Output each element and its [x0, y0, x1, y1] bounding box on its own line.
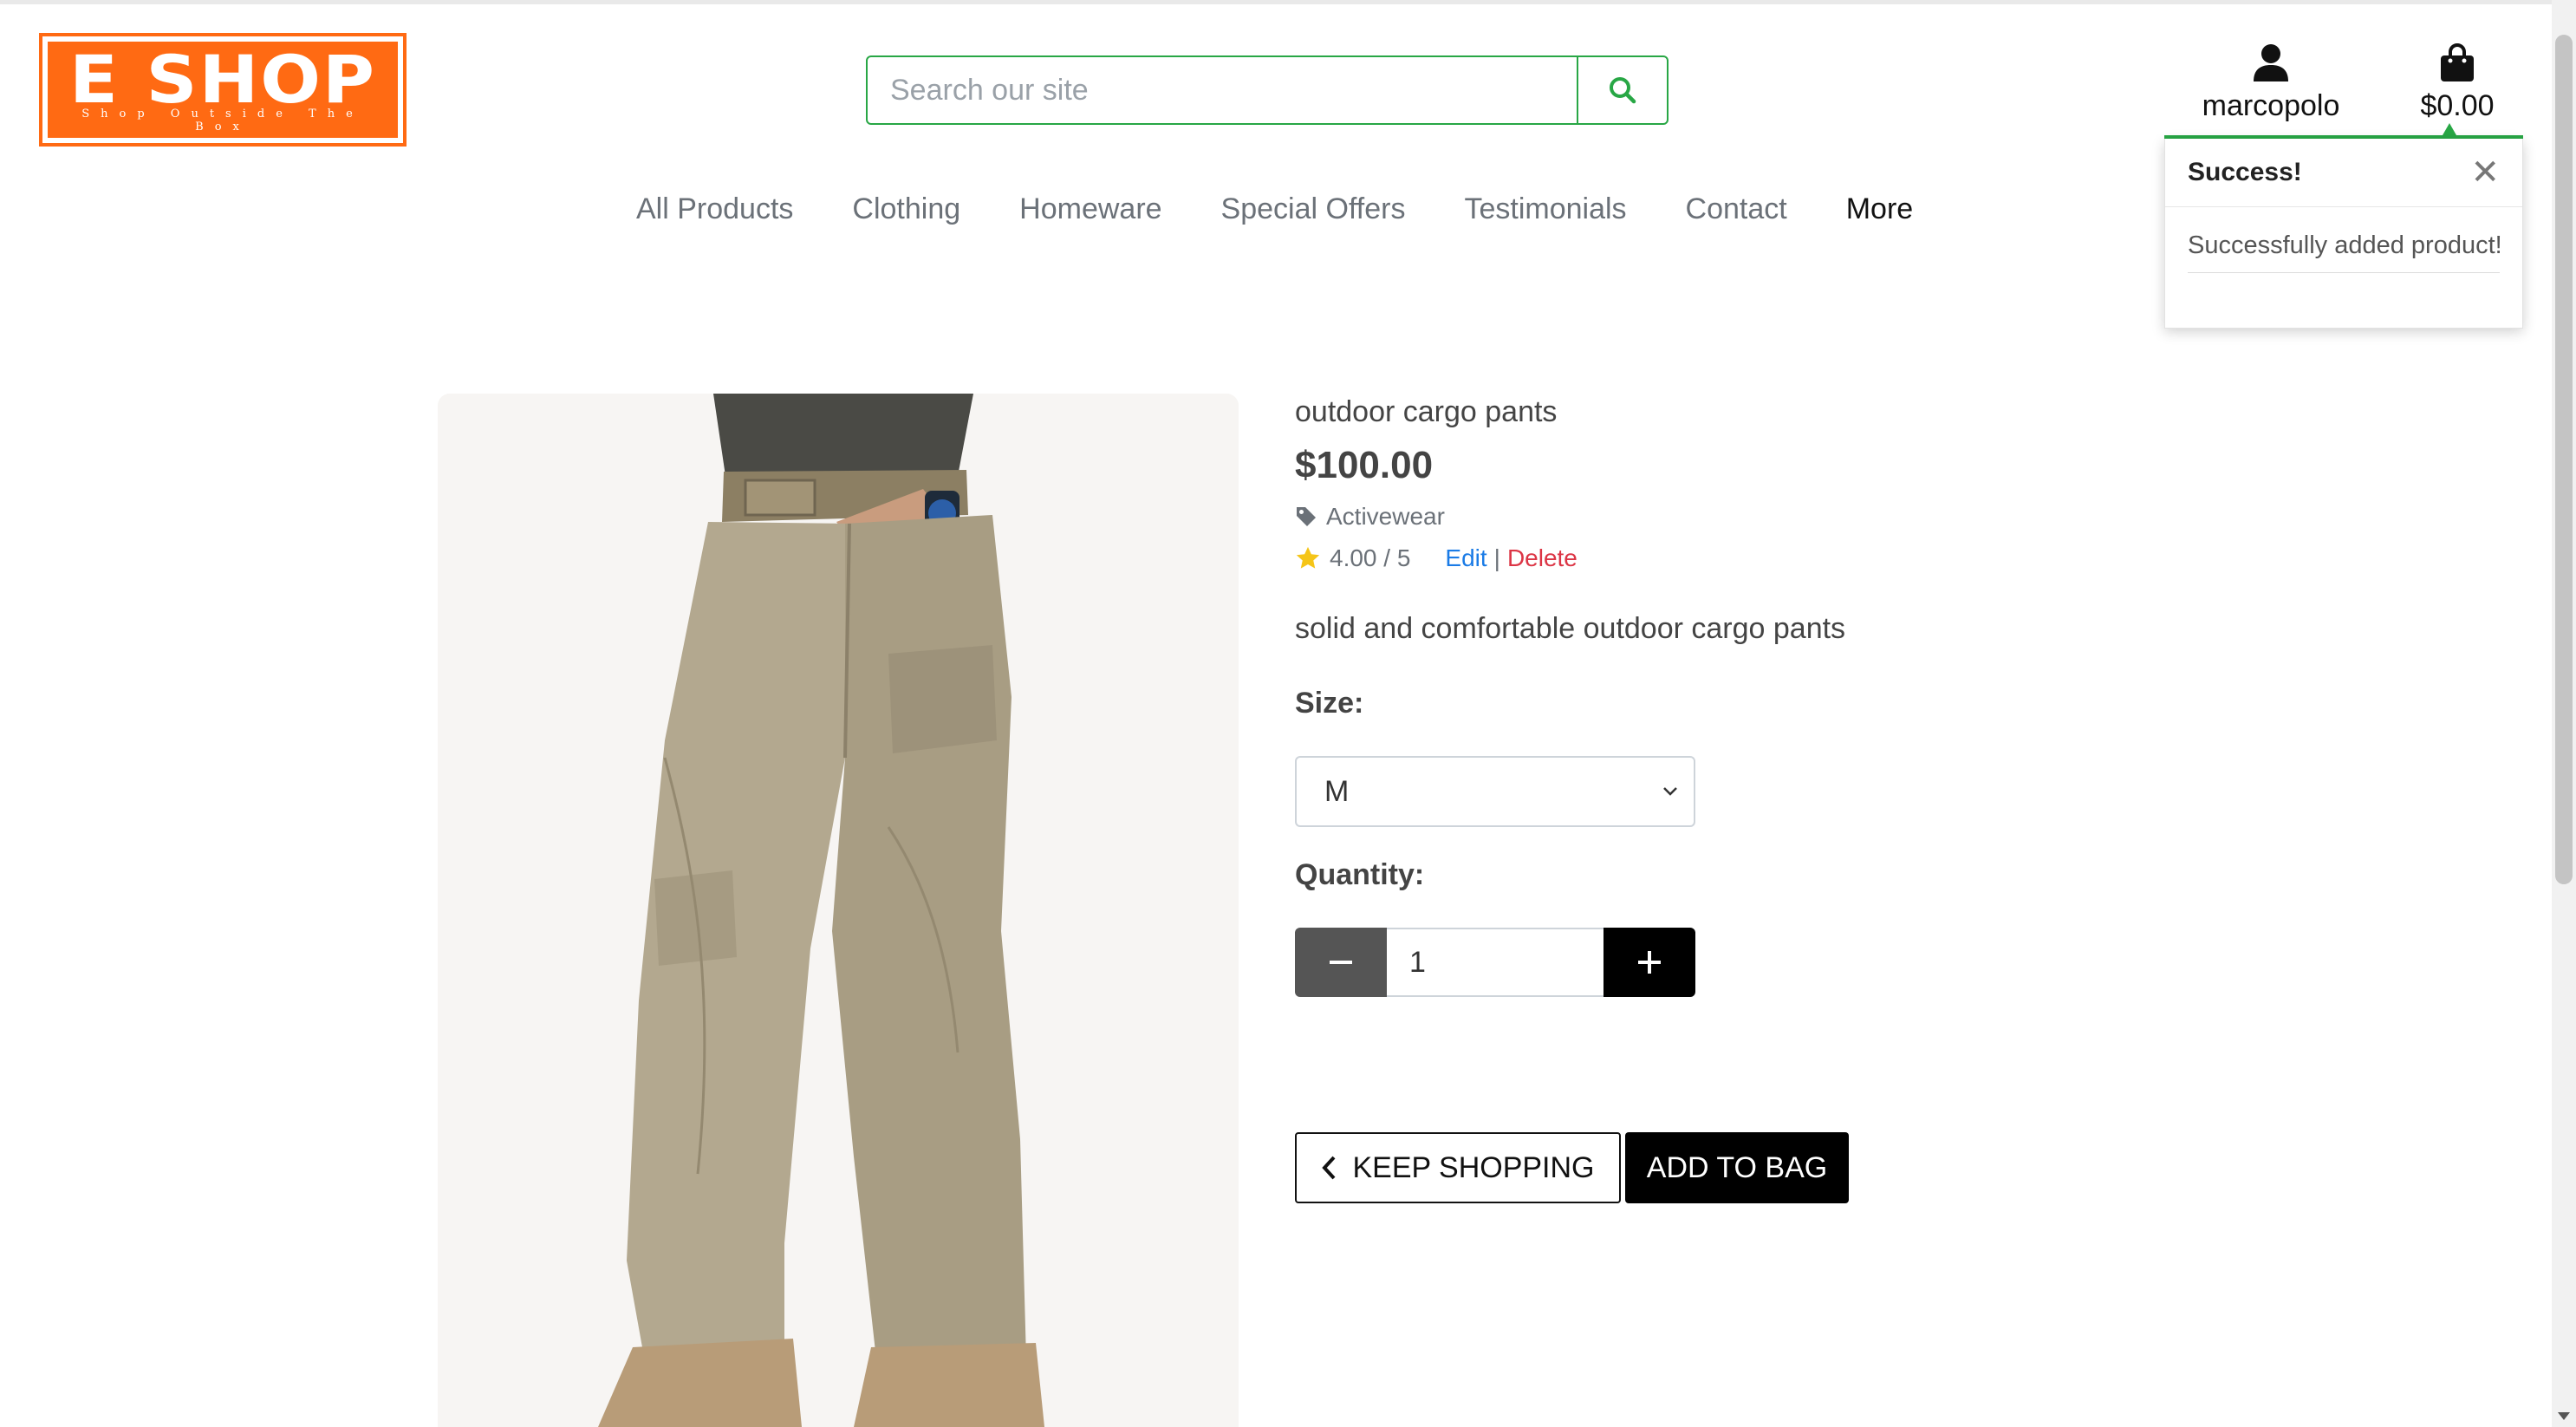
product-price: $100.00	[1295, 444, 1434, 486]
main-nav: All Products Clothing Homeware Special O…	[636, 192, 1913, 226]
bag-total: $0.00	[2420, 89, 2495, 122]
edit-product-link[interactable]: Edit	[1445, 544, 1486, 572]
toast-body: Successfully added product!	[2165, 207, 2522, 273]
top-border	[0, 0, 2576, 4]
site-logo[interactable]: E SHOP Shop Outside The Box	[39, 33, 407, 147]
nav-testimonials[interactable]: Testimonials	[1464, 192, 1626, 226]
toast-caret	[2443, 123, 2456, 135]
nav-homeware[interactable]: Homeware	[1019, 192, 1161, 226]
toast-message: Successfully added product!	[2188, 231, 2502, 273]
link-separator: |	[1493, 544, 1500, 571]
nav-contact[interactable]: Contact	[1686, 192, 1787, 226]
decrement-button[interactable]	[1295, 928, 1387, 997]
product-category-label: Activewear	[1326, 503, 1445, 530]
plus-icon	[1638, 951, 1661, 974]
nav-clothing[interactable]: Clothing	[852, 192, 960, 226]
logo-title: E SHOP	[68, 42, 377, 119]
minus-icon	[1330, 961, 1352, 964]
scroll-down-arrow-icon[interactable]	[2558, 1412, 2570, 1420]
quantity-label: Quantity:	[1295, 858, 1425, 891]
user-icon	[2254, 44, 2288, 81]
toast-title: Success!	[2188, 158, 2302, 186]
chevron-left-icon	[1322, 1156, 1336, 1180]
nav-all-products[interactable]: All Products	[636, 192, 793, 226]
nav-more[interactable]: More	[1846, 192, 1913, 226]
quantity-stepper: 1	[1295, 928, 1695, 997]
close-icon[interactable]: ✕	[2470, 155, 2500, 190]
product-rating-row: 4.00 / 5 Edit | Delete	[1295, 544, 1577, 572]
delete-product-link[interactable]: Delete	[1507, 544, 1577, 572]
search-bar	[866, 55, 1669, 125]
chevron-down-icon	[1663, 787, 1677, 796]
product-category[interactable]: Activewear	[1295, 503, 1445, 531]
logo-badge: E SHOP Shop Outside The Box	[48, 42, 398, 138]
add-to-bag-button[interactable]: ADD TO BAG	[1625, 1132, 1849, 1203]
cargo-pants-illustration	[438, 394, 1239, 1427]
nav-special-offers[interactable]: Special Offers	[1221, 192, 1406, 226]
keep-shopping-label: KEEP SHOPPING	[1352, 1150, 1595, 1184]
star-icon	[1296, 546, 1320, 569]
product-rating: 4.00 / 5	[1330, 544, 1411, 571]
quantity-input[interactable]: 1	[1387, 928, 1603, 997]
logo-tagline: Shop Outside The Box	[81, 108, 364, 134]
size-label: Size:	[1295, 687, 1364, 720]
shopping-bag[interactable]: $0.00	[2401, 43, 2514, 123]
toast-header: Success! ✕	[2165, 139, 2522, 207]
keep-shopping-button[interactable]: KEEP SHOPPING	[1295, 1132, 1621, 1203]
add-to-bag-label: ADD TO BAG	[1646, 1150, 1828, 1184]
product-image	[438, 394, 1239, 1427]
search-input[interactable]	[868, 57, 1577, 123]
account-menu[interactable]: marcopolo	[2167, 43, 2375, 123]
scrollbar-thumb[interactable]	[2555, 35, 2573, 884]
page-scrollbar[interactable]	[2552, 0, 2576, 1427]
size-select[interactable]: M	[1295, 756, 1695, 827]
shopping-bag-icon	[2441, 43, 2474, 81]
size-select-value: M	[1324, 774, 1350, 808]
product-description: solid and comfortable outdoor cargo pant…	[1295, 612, 1846, 645]
increment-button[interactable]	[1603, 928, 1695, 997]
success-toast: Success! ✕ Successfully added product!	[2164, 139, 2523, 329]
product-name: outdoor cargo pants	[1295, 395, 1558, 428]
search-button[interactable]	[1577, 57, 1667, 123]
page: E SHOP Shop Outside The Box marcopolo $0…	[0, 0, 2576, 1427]
account-username: marcopolo	[2202, 89, 2340, 122]
search-icon	[1610, 77, 1636, 104]
tag-icon	[1297, 507, 1316, 526]
